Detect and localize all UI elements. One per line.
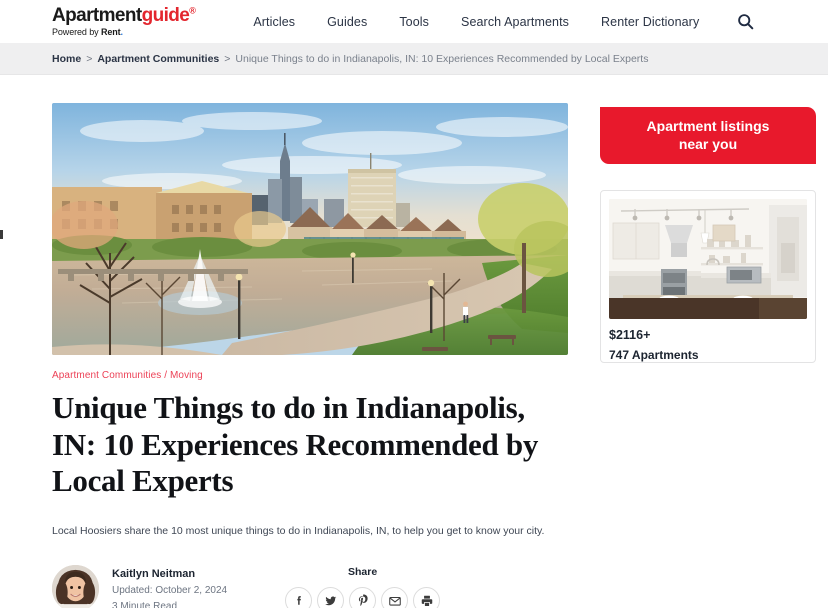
share-label: Share <box>347 566 378 579</box>
scroll-indicator[interactable] <box>0 230 3 239</box>
logo-registered-mark: ® <box>189 5 196 16</box>
listing-apartment-count: 747 Apartments <box>609 348 699 362</box>
updated-date: Updated: October 2, 2024 <box>112 585 228 597</box>
share-block: Share <box>285 565 441 608</box>
breadcrumb-separator-1: > <box>86 52 93 65</box>
page-body: Apartment Communities / Moving Unique Th… <box>0 75 828 608</box>
breadcrumb: Home > Apartment Communities > Unique Th… <box>0 43 828 75</box>
apartment-listings-banner[interactable]: Apartment listings near you <box>600 107 816 164</box>
banner-line-2: near you <box>678 135 738 152</box>
logo-apartment-text: Apartment <box>52 5 142 26</box>
logo-tagline-dot: . <box>120 27 124 37</box>
share-email-icon[interactable] <box>381 587 409 608</box>
byline: Kaitlyn Neitman Updated: October 2, 2024… <box>112 565 227 608</box>
share-twitter-icon[interactable] <box>317 587 345 608</box>
listing-card[interactable]: $2116+ 747 Apartments <box>600 190 816 363</box>
article-column: Apartment Communities / Moving Unique Th… <box>52 103 568 608</box>
logo-guide-text: guide <box>141 5 190 26</box>
nav-item-articles[interactable]: Articles <box>253 15 295 29</box>
logo-tagline: Powered by Rent. <box>52 28 195 37</box>
share-icons <box>285 587 441 608</box>
logo-tagline-prefix: Powered by <box>52 27 101 37</box>
logo-tagline-brand: Rent <box>100 27 121 37</box>
site-header: Apartmentguide® Powered by Rent. Article… <box>0 0 828 43</box>
author-name[interactable]: Kaitlyn Neitman <box>112 568 227 580</box>
breadcrumb-item-home[interactable]: Home <box>52 53 81 65</box>
search-icon[interactable] <box>734 11 756 33</box>
nav-item-renter-dictionary[interactable]: Renter Dictionary <box>601 15 699 29</box>
nav-item-tools[interactable]: Tools <box>399 15 429 29</box>
breadcrumb-item-current: Unique Things to do in Indianapolis, IN:… <box>235 52 649 65</box>
share-facebook-icon[interactable] <box>285 587 313 608</box>
hero-image <box>52 103 568 355</box>
nav-item-guides[interactable]: Guides <box>327 15 367 29</box>
main-navigation: Articles Guides Tools Search Apartments … <box>253 15 699 29</box>
article-subhead: Local Hoosiers share the 10 most unique … <box>52 524 545 537</box>
breadcrumb-list: Home > Apartment Communities > Unique Th… <box>52 53 648 65</box>
site-logo[interactable]: Apartmentguide® Powered by Rent. <box>52 5 196 37</box>
breadcrumb-item-apartment-communities[interactable]: Apartment Communities <box>97 53 219 65</box>
page-title: Unique Things to do in Indianapolis, IN:… <box>52 390 539 499</box>
banner-line-1: Apartment listings <box>646 117 770 134</box>
article-category[interactable]: Apartment Communities / Moving <box>52 370 568 381</box>
breadcrumb-separator-2: > <box>224 52 231 65</box>
logo-wordmark: Apartmentguide® <box>52 5 196 26</box>
listing-photo <box>609 199 807 319</box>
share-pinterest-icon[interactable] <box>349 587 377 608</box>
sidebar: Apartment listings near you $2116+ 747 A… <box>600 103 816 608</box>
listing-price: $2116+ <box>609 328 651 342</box>
content-row: Apartment Communities / Moving Unique Th… <box>52 75 816 608</box>
nav-item-search-apartments[interactable]: Search Apartments <box>461 15 569 29</box>
avatar <box>52 565 99 608</box>
read-time: 3 Minute Read <box>112 601 178 608</box>
article-meta: Kaitlyn Neitman Updated: October 2, 2024… <box>52 565 568 608</box>
share-print-icon[interactable] <box>413 587 441 608</box>
